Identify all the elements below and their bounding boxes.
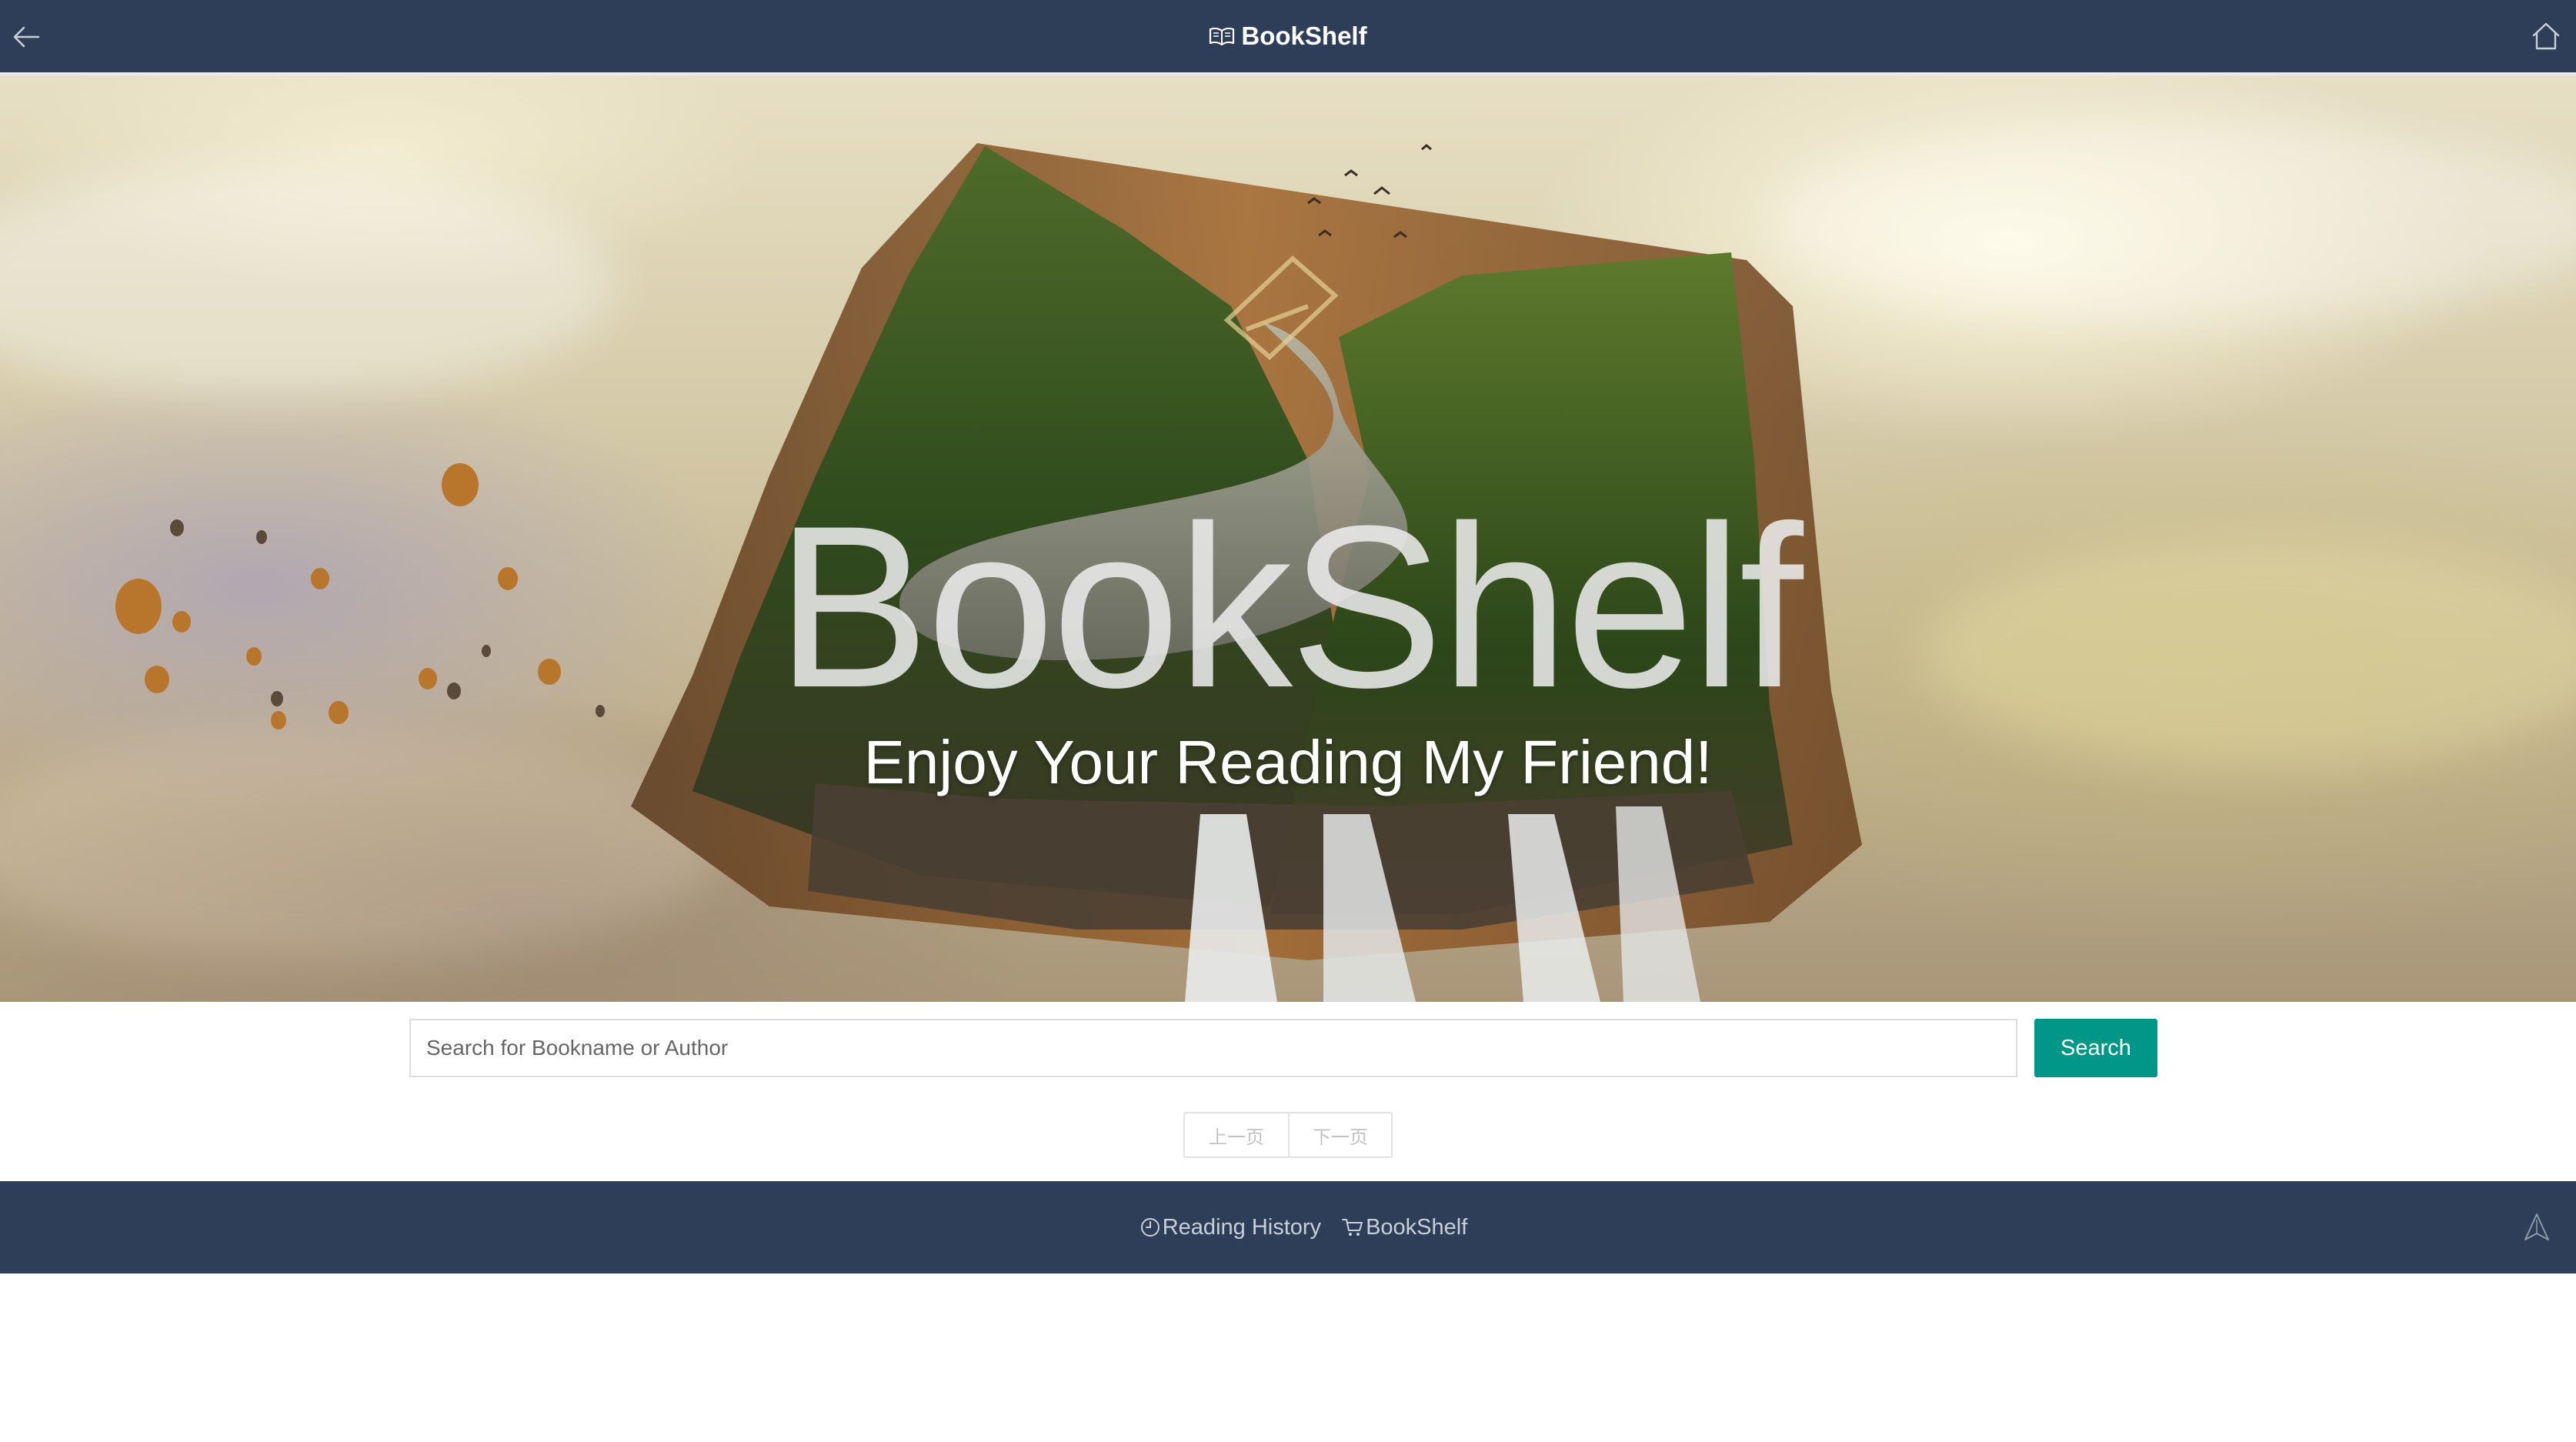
back-to-top-button[interactable] (2519, 1210, 2554, 1247)
top-navbar: BookShelf (0, 0, 2576, 75)
hero-title: BookShelf (776, 477, 1804, 736)
reading-history-link[interactable]: Reading History (1140, 1215, 1321, 1240)
hero-banner: BookShelf Enjoy Your Reading My Friend! (0, 75, 2576, 1002)
pagination: 上一页 下一页 (1183, 1112, 1393, 1158)
prev-page-button[interactable]: 上一页 (1185, 1113, 1288, 1157)
home-button[interactable] (2527, 17, 2565, 55)
bookshelf-label: BookShelf (1366, 1214, 1468, 1240)
rocket-top-icon (2524, 1213, 2549, 1240)
open-book-icon (1210, 27, 1235, 46)
search-button[interactable]: Search (2034, 1019, 2157, 1077)
bookshelf-link[interactable]: BookShelf (1341, 1215, 1467, 1240)
clock-icon (1140, 1218, 1160, 1237)
cart-icon (1342, 1219, 1363, 1236)
hero-subtitle: Enjoy Your Reading My Friend! (863, 728, 1713, 796)
page-title: BookShelf (1241, 22, 1367, 50)
footer-links: Reading History BookShelf (0, 1181, 2576, 1273)
next-page-button[interactable]: 下一页 (1288, 1113, 1391, 1157)
search-bar: Search (0, 1019, 2576, 1079)
search-input[interactable] (409, 1019, 2017, 1077)
footer-bar: Reading History BookShelf (0, 1181, 2576, 1273)
home-icon (2532, 22, 2560, 50)
brand[interactable]: BookShelf (0, 0, 2576, 72)
reading-history-label: Reading History (1162, 1214, 1322, 1240)
